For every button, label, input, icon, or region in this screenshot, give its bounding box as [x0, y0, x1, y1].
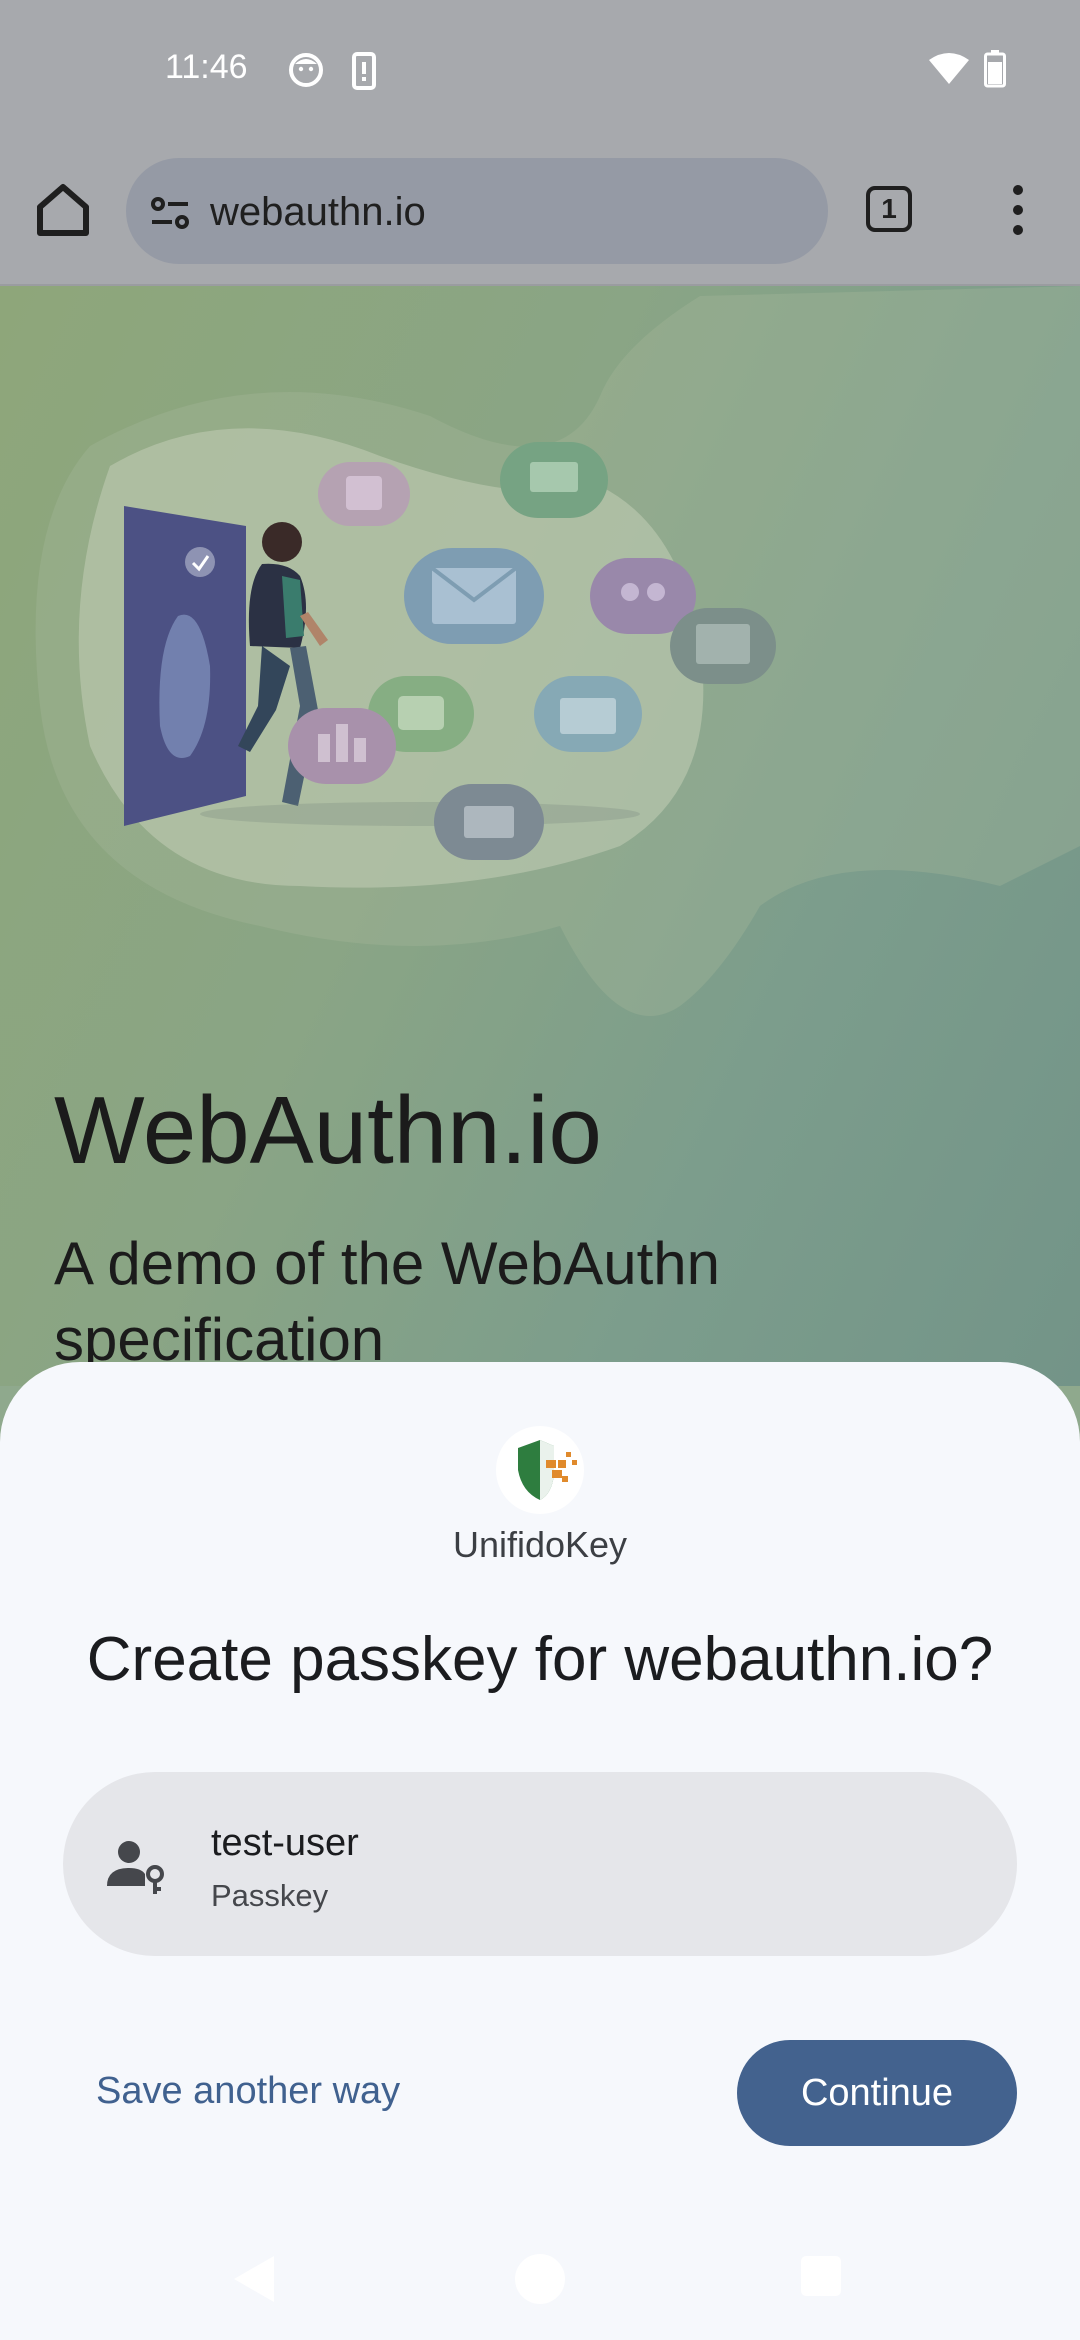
page-subtitle: A demo of the WebAuthn specification: [54, 1230, 721, 1373]
navigation-bar: [0, 2230, 1080, 2340]
status-bar: 11:46: [0, 0, 1080, 142]
address-bar[interactable]: webauthn.io: [126, 158, 828, 264]
passkey-bottom-sheet: UnifidoKey Create passkey for webauthn.i…: [0, 1362, 1080, 2340]
web-page: WebAuthn.io A demo of the WebAuthn speci…: [0, 286, 1080, 1386]
account-type: Passkey: [211, 1878, 329, 1913]
more-vert-icon[interactable]: [998, 178, 1038, 242]
home-nav-icon[interactable]: [515, 2254, 565, 2304]
home-icon[interactable]: [30, 177, 96, 243]
face-icon: [288, 52, 324, 93]
account-option[interactable]: test-user Passkey: [63, 1772, 1017, 1956]
tab-switcher-button[interactable]: 1: [866, 186, 912, 232]
device-icon: [352, 52, 376, 95]
save-another-way-button[interactable]: Save another way: [96, 2070, 400, 2113]
status-time: 11:46: [165, 48, 248, 86]
app-name: UnifidoKey: [452, 1524, 628, 1565]
url-text[interactable]: webauthn.io: [210, 188, 426, 236]
sheet-title: Create passkey for webauthn.io?: [86, 1625, 994, 1694]
wifi-icon: [928, 52, 970, 91]
account-name: test-user: [211, 1822, 359, 1864]
continue-button[interactable]: Continue: [737, 2040, 1017, 2146]
app-logo-icon: [496, 1426, 584, 1514]
passkey-user-icon: [105, 1834, 167, 1896]
recents-icon[interactable]: [801, 2256, 841, 2296]
hero-illustration: [35, 286, 1080, 1016]
browser-toolbar: webauthn.io 1: [0, 142, 1080, 286]
tune-icon[interactable]: [146, 188, 196, 238]
back-icon[interactable]: [234, 2256, 274, 2302]
battery-icon: [984, 50, 1006, 93]
page-title: WebAuthn.io: [54, 1077, 602, 1184]
